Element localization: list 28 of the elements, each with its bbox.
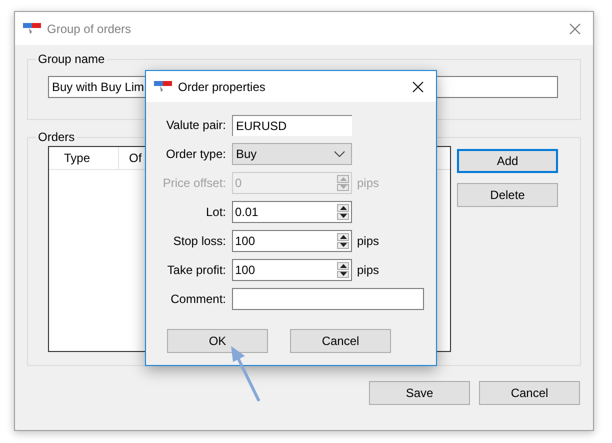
unit-label: pips: [357, 263, 380, 277]
close-icon[interactable]: [412, 80, 424, 92]
field-label: Price offset:: [162, 176, 226, 190]
unit-label: pips: [357, 234, 380, 248]
column-header[interactable]: Type: [49, 147, 119, 169]
dialog-button[interactable]: Cancel: [290, 329, 391, 353]
chevron-down-icon: [334, 151, 345, 157]
app-logo-icon: [154, 80, 172, 94]
dialog-title: Order properties: [178, 80, 266, 94]
group-title: Orders: [37, 130, 76, 144]
field-label: Take profit:: [166, 263, 226, 277]
dropdown[interactable]: Buy: [232, 143, 352, 165]
dialog-button[interactable]: OK: [167, 329, 268, 353]
field-label: Lot:: [204, 205, 226, 219]
dialog-button[interactable]: Save: [369, 381, 470, 405]
field-label: Valute pair:: [165, 118, 226, 132]
list-action-button[interactable]: Add: [457, 149, 558, 173]
text-field[interactable]: EURUSD: [232, 114, 352, 136]
app-logo-icon: [23, 22, 41, 36]
dialog-button[interactable]: Cancel: [479, 381, 580, 405]
field-label: Order type:: [164, 147, 226, 161]
group-title: Group name: [37, 52, 106, 66]
unit-label: pips: [357, 176, 380, 190]
list-action-button[interactable]: Delete: [457, 183, 558, 207]
comment-field[interactable]: [232, 288, 424, 310]
field-label: Stop loss:: [172, 234, 226, 248]
window-title: Group of orders: [47, 22, 132, 36]
field-label: Comment:: [170, 292, 226, 306]
